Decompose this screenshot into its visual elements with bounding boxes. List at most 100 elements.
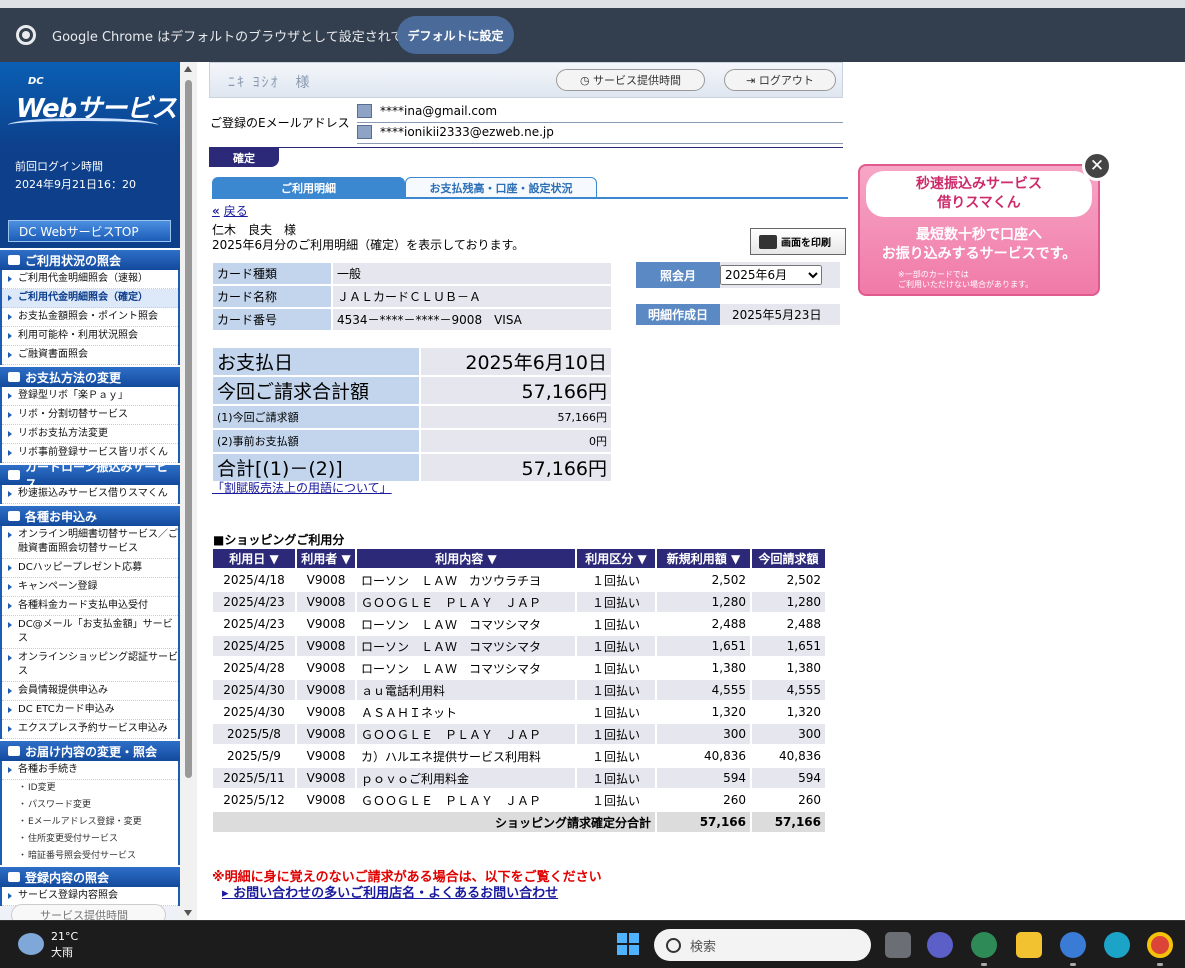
shopping-column-header[interactable]: 利用区分 ▼ <box>577 549 655 568</box>
sidebar-item[interactable]: 各種お手続き <box>2 761 178 780</box>
sidebar-item[interactable]: DC@メール「お支払金額」サービス <box>2 616 178 649</box>
sidebar-item[interactable]: ご利用代金明細照会（速報） <box>2 270 178 289</box>
cell-description: ローソン ＬＡＷ コマツシマタ <box>361 661 542 676</box>
service-time-label: サービス提供時間 <box>593 74 682 87</box>
file-explorer-icon[interactable] <box>1016 932 1042 958</box>
payment-summary-row: 合計[(1)－(2)] 57,166円 <box>213 454 611 481</box>
scroll-up-arrow-icon[interactable] <box>184 66 192 72</box>
card-info-label: カード番号 <box>213 309 331 330</box>
tab-statement[interactable]: ご利用明細 <box>212 177 405 198</box>
shopping-column-header[interactable]: 利用者 ▼ <box>297 549 355 568</box>
sidebar-item[interactable]: キャンペーン登録 <box>2 578 178 597</box>
period-label: 照会月 <box>636 262 720 288</box>
default-browser-message: Google Chrome はデフォルトのブラウザとして設定されていません <box>52 30 455 45</box>
sidebar-item[interactable]: DC ETCカード申込み <box>2 701 178 720</box>
sidebar-section-list: 各種お手続きID変更パスワード変更Eメールアドレス登録・変更住所変更受付サービス… <box>0 761 180 865</box>
scrollbar-thumb[interactable] <box>185 80 192 778</box>
sidebar-item[interactable]: リボ事前登録サービス皆リボくん <box>2 444 178 463</box>
cell-use-date: 2025/4/30 <box>213 680 295 700</box>
sidebar-subitem[interactable]: 暗証番号照会受付サービス <box>2 848 178 865</box>
sidebar-item[interactable]: オンライン明細書切替サービス／ご融資書面照会切替サービス <box>2 526 178 559</box>
cell-billed-amount: 1,651 <box>752 636 825 656</box>
sidebar-subitem[interactable]: パスワード変更 <box>2 797 178 814</box>
section-icon <box>8 511 20 521</box>
weather-icon[interactable] <box>18 933 44 955</box>
email-pc-value: ****ina@gmail.com <box>380 104 498 118</box>
dc-web-service-logo[interactable]: DC Webサービス <box>0 62 180 150</box>
last-login-value: 2024年9月21日16：20 <box>15 178 136 191</box>
sidebar-item[interactable]: 登録型リボ「楽Ｐａｙ」 <box>2 387 178 406</box>
sidebar-menu: ご利用状況の照会 ご利用代金明細照会（速報） ご利用代金明細照会（確定） お支払金額照… <box>0 248 180 906</box>
sidebar-item[interactable]: リボお支払方法変更 <box>2 425 178 444</box>
card-info-row: カード番号 4534－****－****－9008 VISA <box>213 309 611 330</box>
cell-billed-amount: 300 <box>752 724 825 744</box>
task-view-icon[interactable] <box>885 932 911 958</box>
banner-title: 秒速振込みサービス 借りスマくん <box>866 171 1092 217</box>
shopping-column-header[interactable]: 利用日 ▼ <box>213 549 295 568</box>
logout-label: ログアウト <box>758 74 814 87</box>
faq-link[interactable]: お問い合わせの多いご利用店名・よくあるお問い合わせ <box>222 882 558 901</box>
service-time-button[interactable]: ◷ サービス提供時間 <box>556 69 705 91</box>
cell-description: ＡＳＡＨＩネット <box>361 705 458 720</box>
sidebar-item[interactable]: オンラインショッピング認証サービス <box>2 649 178 682</box>
cell-new-amount: 260 <box>723 793 746 807</box>
statement-message: 2025年6月分のご利用明細（確定）を表示しております。 <box>212 238 525 252</box>
period-select[interactable]: 2025年6月 <box>720 265 822 285</box>
sidebar-item[interactable]: エクスプレス予約サービス申込み <box>2 720 178 739</box>
customer-info: 仁木 良夫 様 2025年6月分のご利用明細（確定）を表示しております。 <box>212 223 524 253</box>
chrome-canary-icon[interactable] <box>971 932 997 958</box>
sidebar-item[interactable]: 会員情報提供申込み <box>2 682 178 701</box>
taskbar-search[interactable]: 検索 <box>654 929 871 961</box>
shopping-column-header[interactable]: 新規利用額 ▼ <box>657 549 750 568</box>
print-button[interactable]: 画面を印刷 <box>750 228 846 255</box>
cell-use-date: 2025/4/18 <box>223 573 285 587</box>
sidebar-section-header: カードローン振込みサービス <box>0 460 180 491</box>
weather-widget[interactable]: 21°C 大雨 <box>51 929 78 961</box>
dc-web-top-button[interactable]: DC WebサービスTOP <box>8 220 171 242</box>
sidebar-subitem[interactable]: Eメールアドレス登録・変更 <box>2 814 178 831</box>
clock-icon: ◷ <box>579 73 594 87</box>
karisuma-banner[interactable]: 秒速振込みサービス 借りスマくん 最短数十秒で口座へ お振り込みするサービスです。 … <box>858 164 1100 296</box>
edge-icon[interactable] <box>1104 932 1130 958</box>
sidebar-item[interactable]: ご利用代金明細照会（確定） <box>2 289 178 308</box>
cell-description: カ）ハルエネ提供サービス利用料 <box>361 749 542 764</box>
sidebar-item[interactable]: お支払金額照会・ポイント照会 <box>2 308 178 327</box>
cell-user: V9008 <box>306 661 346 675</box>
logout-button[interactable]: ⇥ ログアウト <box>724 69 836 91</box>
sidebar-service-time-button[interactable]: サービス提供時間 <box>11 904 166 920</box>
back-link[interactable]: «戻る <box>212 202 248 219</box>
scroll-down-arrow-icon[interactable] <box>184 910 192 916</box>
banner-note-line1: ※一部のカードでは <box>898 270 969 279</box>
terms-link[interactable]: 「割賦販売法上の用語について」 <box>212 479 392 496</box>
close-icon[interactable]: ✕ <box>1082 151 1112 181</box>
email-pc: ****ina@gmail.com <box>357 102 843 123</box>
sidebar-scrollbar[interactable] <box>180 62 197 920</box>
tab-balance-settings[interactable]: お支払残高・口座・設定状況 <box>405 177 597 198</box>
sidebar-section-list: オンライン明細書切替サービス／ご融資書面照会切替サービス DCハッピープレゼント応… <box>0 526 180 739</box>
sidebar-item[interactable]: 各種料金カード支払申込受付 <box>2 597 178 616</box>
globe-app-icon[interactable] <box>1060 932 1086 958</box>
cell-payment-type: １回払い <box>591 793 640 808</box>
member-name: ﾆｷ ﾖｼｵ 様 <box>228 75 312 91</box>
sidebar-item[interactable]: 秒速振込みサービス借りスマくん <box>2 485 178 504</box>
main-content: ﾆｷ ﾖｼｵ 様 ◷ サービス提供時間 ⇥ ログアウト ご登録のEメールアドレス… <box>197 62 1185 920</box>
start-icon[interactable] <box>617 933 639 955</box>
sidebar-item[interactable]: 利用可能枠・利用状況照会 <box>2 327 178 346</box>
sidebar-item[interactable]: DCハッピープレゼント応募 <box>2 559 178 578</box>
last-login: 前回ログイン時間 2024年9月21日16：20 <box>0 150 180 216</box>
sidebar-section-title: 各種お申込み <box>25 509 98 524</box>
cell-payment-type: １回払い <box>577 724 655 744</box>
sidebar-item[interactable]: リボ・分割切替サービス <box>2 406 178 425</box>
cell-billed-amount: 4,555 <box>752 680 825 700</box>
set-default-button[interactable]: デフォルトに設定 <box>397 16 514 54</box>
sidebar-subitem[interactable]: 住所変更受付サービス <box>2 831 178 848</box>
sidebar-item[interactable]: ご融資書面照会 <box>2 346 178 365</box>
sidebar-subitem[interactable]: ID変更 <box>2 780 178 797</box>
shopping-column-header[interactable]: 利用内容 ▼ <box>357 549 575 568</box>
chrome-taskbar-icon[interactable] <box>1147 932 1173 958</box>
table-row: 2025/5/12 V9008 ＧＯＯＧＬＥ ＰＬＡＹ ＪＡＰ １回払い 260 260 <box>213 790 825 810</box>
cell-use-date: 2025/4/23 <box>223 617 285 631</box>
section-icon <box>8 746 20 756</box>
cell-new-amount: 594 <box>657 768 750 788</box>
chat-icon[interactable] <box>927 932 953 958</box>
